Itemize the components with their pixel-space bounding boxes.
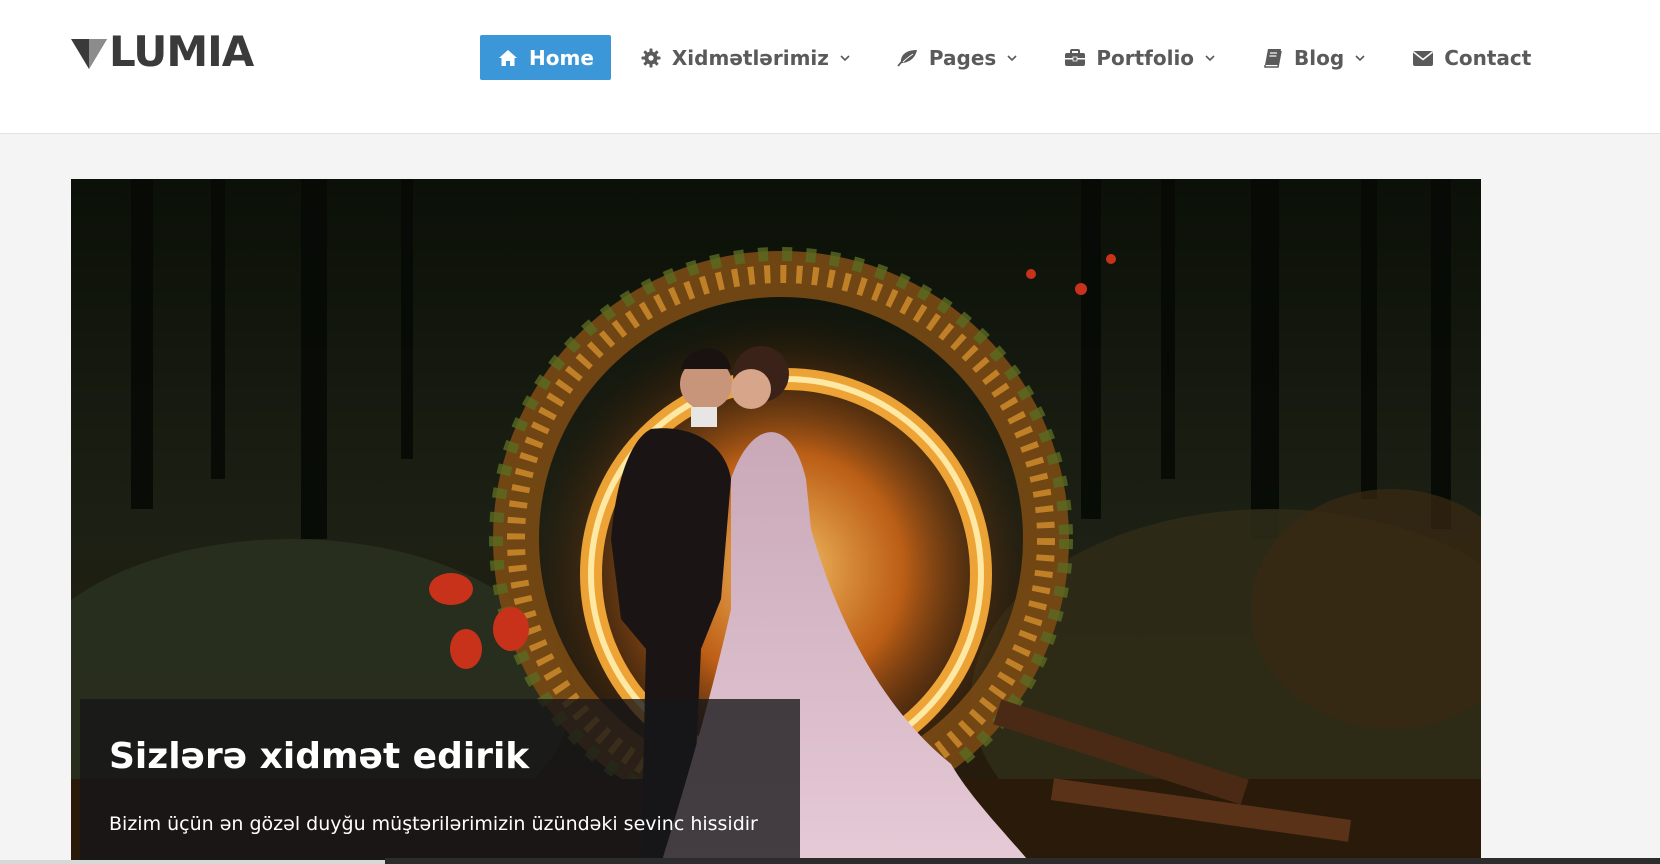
leaf-icon (897, 47, 919, 69)
hero-caption-text: Bizim üçün ən gözəl duyğu müştərilərimiz… (109, 813, 758, 835)
nav-item-contact[interactable]: Contact (1395, 35, 1548, 80)
hero-slider[interactable]: Sizlərə xidmət edirik Bizim üçün ən gözə… (71, 179, 1481, 864)
nav-item-home[interactable]: Home (480, 35, 611, 80)
nav-label-home: Home (529, 45, 594, 70)
home-icon (497, 47, 519, 69)
hero-caption: Sizlərə xidmət edirik Bizim üçün ən gözə… (80, 699, 800, 864)
nav-label-portfolio: Portfolio (1096, 45, 1195, 70)
nav-label-pages: Pages (928, 45, 997, 70)
briefcase-icon (1064, 47, 1086, 69)
chevron-down-icon (840, 54, 850, 61)
gear-icon (640, 47, 662, 69)
chevron-down-icon (1355, 54, 1365, 61)
main-nav: Home Xidmətlərimiz Pages Portfolio Blog … (480, 35, 1560, 80)
chevron-down-icon (1205, 54, 1215, 61)
site-header: LUMIA Home Xidmətlərimiz Pages Portfolio… (0, 0, 1660, 134)
nav-item-portfolio[interactable]: Portfolio (1047, 35, 1233, 80)
nav-label-blog: Blog (1294, 45, 1345, 70)
logo-mark-icon (71, 39, 107, 69)
nav-label-xidmetlerimiz: Xidmətlərimiz (671, 45, 829, 70)
nav-item-xidmetlerimiz[interactable]: Xidmətlərimiz (623, 35, 868, 80)
page-bottom-edge (0, 860, 385, 864)
book-icon (1262, 47, 1284, 69)
nav-item-blog[interactable]: Blog (1245, 35, 1383, 80)
chevron-down-icon (1007, 54, 1017, 61)
hero-caption-title: Sizlərə xidmət edirik (109, 736, 530, 777)
envelope-icon (1412, 47, 1434, 69)
site-logo[interactable]: LUMIA (71, 27, 254, 76)
logo-wordmark: LUMIA (109, 27, 254, 76)
page-bottom-bar (385, 858, 1660, 864)
nav-item-pages[interactable]: Pages (880, 35, 1035, 80)
nav-label-contact: Contact (1444, 45, 1532, 70)
